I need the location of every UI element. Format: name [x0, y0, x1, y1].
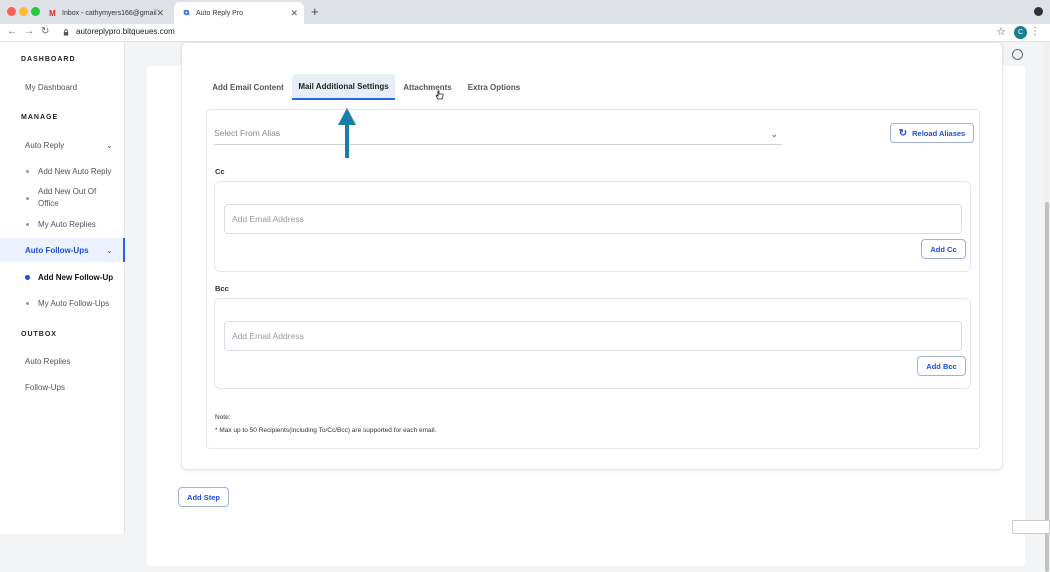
add-cc-label: Add Cc	[930, 244, 957, 254]
sidebar-item-add-new-follow-up[interactable]: Add New Follow-Up	[38, 272, 118, 284]
browser-menu-icon[interactable]: ⋮	[1030, 26, 1040, 37]
add-cc-button[interactable]: Add Cc	[921, 239, 966, 259]
tab-mail-additional-settings[interactable]: Mail Additional Settings	[292, 74, 395, 100]
annotation-arrow-icon	[338, 108, 356, 158]
maximize-window-button[interactable]	[31, 7, 40, 16]
bullet-icon	[26, 197, 29, 200]
url-text[interactable]: autoreplypro.bitqueues.com	[76, 27, 175, 36]
bookmark-star-icon[interactable]: ☆	[996, 25, 1006, 38]
alias-select[interactable]: Select From Alias ⌄	[214, 128, 782, 145]
scrollbar-thumb[interactable]	[1045, 202, 1049, 572]
alias-select-placeholder: Select From Alias	[214, 128, 281, 138]
reload-aliases-label: Reload Aliases	[912, 128, 966, 138]
close-window-button[interactable]	[7, 7, 16, 16]
bullet-icon	[26, 223, 29, 226]
bullet-icon	[26, 170, 29, 173]
reload-aliases-button[interactable]: ↻ Reload Aliases	[890, 123, 974, 143]
tab-title: Auto Reply Pro	[196, 9, 244, 17]
tab-title: Inbox - cathymyers166@gmail	[62, 9, 157, 17]
sidebar-section-dashboard: DASHBOARD	[21, 56, 76, 63]
sidebar-item-follow-ups[interactable]: Follow-Ups	[25, 383, 65, 392]
chevron-down-icon[interactable]: ⌄	[106, 246, 113, 255]
tab-search-icon[interactable]	[1034, 7, 1043, 16]
sidebar-item-my-auto-replies[interactable]: My Auto Replies	[38, 219, 118, 231]
sidebar-item-add-new-auto-reply[interactable]: Add New Auto Reply	[38, 166, 118, 178]
app-favicon-icon: ⧉	[183, 8, 190, 17]
tab-add-email-content[interactable]: Add Email Content	[206, 74, 290, 100]
address-bar: ← → ↻ autoreplypro.bitqueues.com ☆ C ⋮	[0, 24, 1050, 42]
close-tab-icon[interactable]: ✕	[156, 8, 164, 19]
hand-cursor-icon	[435, 90, 444, 100]
bcc-label: Bcc	[215, 284, 229, 293]
add-bcc-button[interactable]: Add Bcc	[917, 356, 966, 376]
tab-attachments[interactable]: Attachments	[399, 74, 456, 100]
sidebar-section-manage: MANAGE	[21, 114, 59, 121]
reload-icon[interactable]: ↻	[41, 26, 49, 37]
lock-icon	[63, 29, 69, 36]
sidebar-item-add-new-out-of-office[interactable]: Add New Out Of Office	[38, 186, 118, 210]
bcc-email-placeholder: Add Email Address	[232, 331, 304, 341]
add-step-label: Add Step	[187, 492, 220, 502]
user-account-icon[interactable]	[1012, 49, 1023, 60]
bcc-email-input[interactable]: Add Email Address	[224, 321, 962, 351]
profile-avatar[interactable]: C	[1014, 26, 1027, 39]
bullet-icon	[26, 302, 29, 305]
note-text: * Max up to 50 Recipients(including To/C…	[215, 427, 437, 434]
sidebar-item-auto-reply[interactable]: Auto Reply	[25, 141, 64, 150]
tab-extra-options[interactable]: Extra Options	[464, 74, 524, 100]
screenshot-thumbnail	[1012, 520, 1050, 534]
new-tab-icon[interactable]: +	[311, 4, 319, 19]
add-bcc-label: Add Bcc	[926, 361, 957, 371]
cc-email-input[interactable]: Add Email Address	[224, 204, 962, 234]
cc-label: Cc	[215, 167, 225, 176]
sidebar-item-my-auto-follow-ups[interactable]: My Auto Follow-Ups	[38, 298, 118, 310]
bullet-active-icon	[25, 275, 30, 280]
sidebar-item-my-dashboard[interactable]: My Dashboard	[25, 83, 77, 92]
sidebar-item-auto-follow-ups[interactable]: Auto Follow-Ups	[25, 246, 89, 255]
minimize-window-button[interactable]	[19, 7, 28, 16]
chevron-down-icon: ⌄	[770, 129, 778, 139]
sidebar-section-outbox: OUTBOX	[21, 331, 57, 338]
additional-settings-panel	[206, 109, 980, 449]
sidebar: DASHBOARD My Dashboard MANAGE Auto Reply…	[0, 42, 125, 534]
back-icon[interactable]: ←	[7, 26, 17, 37]
refresh-icon: ↻	[898, 127, 908, 139]
forward-icon[interactable]: →	[24, 26, 34, 37]
page-scrollbar[interactable]	[1044, 42, 1050, 572]
sidebar-item-auto-replies[interactable]: Auto Replies	[25, 357, 70, 366]
close-tab-icon[interactable]: ✕	[290, 8, 298, 19]
browser-tab-strip: M Inbox - cathymyers166@gmail ✕ ⧉ Auto R…	[0, 0, 1050, 24]
add-step-button[interactable]: Add Step	[178, 487, 229, 507]
note-title: Note:	[215, 414, 231, 421]
chevron-down-icon[interactable]: ⌄	[106, 141, 113, 150]
cc-email-placeholder: Add Email Address	[232, 214, 304, 224]
browser-tab-auto-reply-pro[interactable]: ⧉ Auto Reply Pro ✕	[174, 2, 304, 24]
gmail-icon: M	[49, 8, 56, 18]
browser-tab-inbox[interactable]: M Inbox - cathymyers166@gmail ✕	[40, 2, 170, 24]
